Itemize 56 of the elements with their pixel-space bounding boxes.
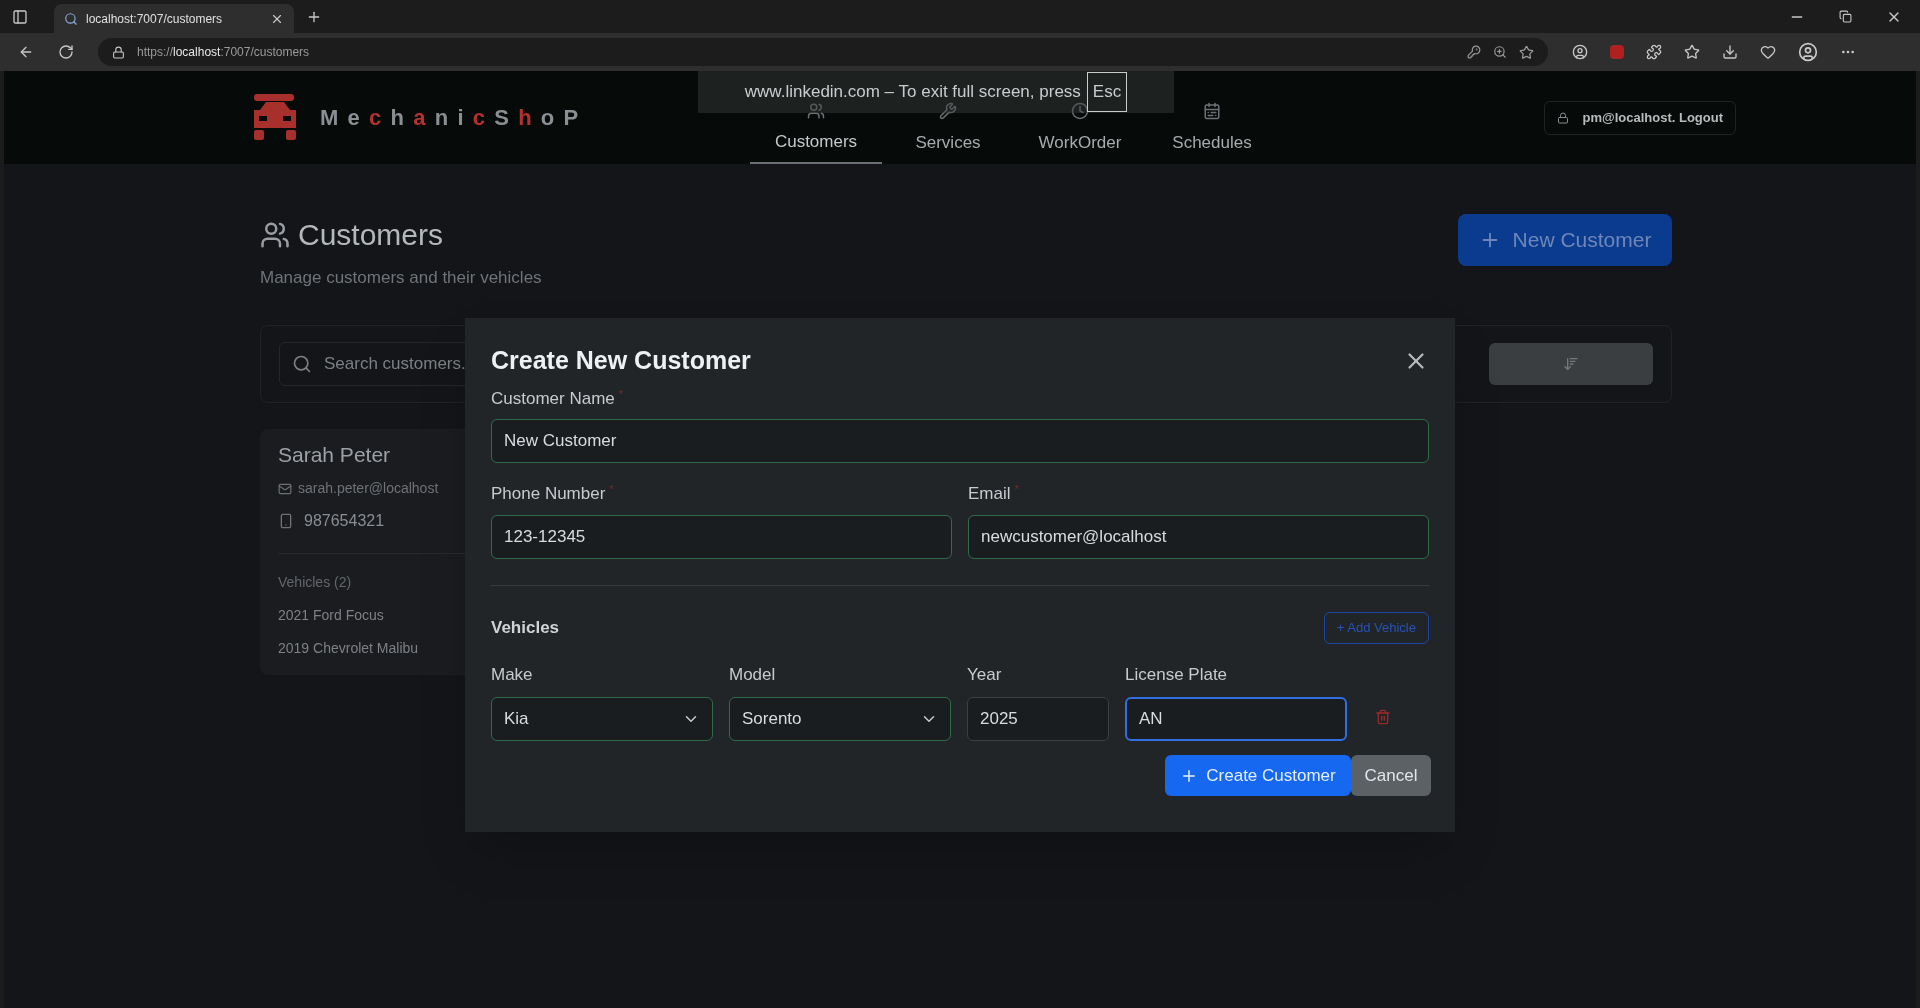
customer-name: Sarah Peter [278,441,392,468]
dialog-title: Create New Customer [491,345,751,376]
input-field[interactable]: 2025 [967,697,1109,741]
nav-tab[interactable]: Services [882,122,1014,164]
input-field[interactable]: newcustomer@localhost [968,514,1429,559]
input-field[interactable]: New Customer [491,419,1429,463]
vehicle-entry: 2021 Ford Focus [278,606,385,625]
cancel-button[interactable]: Cancel [1351,755,1431,796]
users-icon [807,102,825,120]
sidebar-icon[interactable] [12,8,28,25]
column-label: Model [729,663,777,686]
nav-tab[interactable]: WorkOrder [1014,122,1146,164]
vehicles-count: Vehicles (2) [278,573,353,592]
input-field[interactable]: 123-12345 [491,514,952,559]
favorites-icon[interactable] [1684,44,1700,60]
phone-icon [278,513,294,529]
vehicle-entry: 2019 Chevrolet Malibu [278,639,420,658]
customer-phone: 987654321 [304,511,385,531]
search-icon [292,353,312,374]
zoom-icon[interactable] [1493,45,1507,59]
select-field[interactable]: Sorento [729,697,951,741]
wrench-icon [939,102,957,120]
select-field[interactable]: Kia [491,697,713,741]
lock-icon [112,45,125,59]
mail-icon [278,481,292,496]
lock-icon [1556,111,1569,124]
customer-email: sarah.peter@localhost [298,479,439,498]
restore-icon[interactable] [1839,10,1852,23]
key-icon[interactable] [1467,45,1481,59]
brand-name: M e c h a n i c S h o P [320,104,588,132]
download-icon[interactable] [1722,44,1738,60]
column-label: License Plate [1125,663,1229,686]
favorite-icon[interactable] [1519,44,1534,60]
nav-tab[interactable]: Schedules [1146,122,1278,164]
browser-tab[interactable]: localhost:7007/customers [54,4,294,33]
page-title: Customers [298,217,444,253]
nav-tab[interactable]: Customers [750,122,882,164]
required-mark: * [609,482,614,497]
fullscreen-notice: www.linkedin.com – To exit full screen, press Esc [698,71,1174,113]
column-label: Year [967,663,1003,686]
clock-icon [1071,102,1089,120]
profile-icon[interactable] [1798,42,1818,62]
sort-icon [1563,355,1579,372]
input-field[interactable]: AN [1125,697,1347,741]
page-subtitle: Manage customers and their vehicles [260,267,542,289]
address-bar[interactable]: https://localhost:7007/customers [98,38,1548,66]
extensions-icon[interactable] [1646,44,1662,60]
reload-icon[interactable] [58,44,74,60]
field-label: Customer Name [491,387,615,410]
back-icon[interactable] [18,44,34,60]
field-label: Email [968,483,1011,505]
logout-button[interactable]: pm@localhost. Logout [1543,100,1736,135]
calendar-icon [1203,102,1221,120]
required-mark: * [1014,482,1019,497]
required-mark: * [618,386,624,402]
create-customer-button[interactable]: Create Customer [1165,755,1351,796]
